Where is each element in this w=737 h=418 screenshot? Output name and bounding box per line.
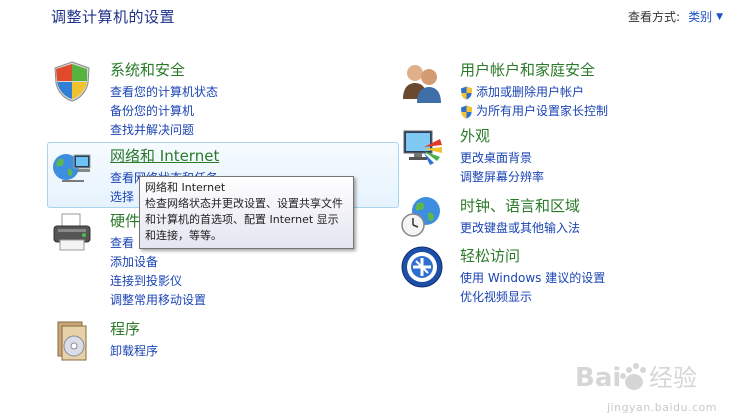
uac-shield-icon — [461, 86, 472, 99]
baidu-paw-logo-icon: Bai 经验 — [575, 363, 697, 393]
network-globe-icon[interactable] — [50, 145, 94, 189]
programs-disc-icon[interactable] — [50, 318, 94, 362]
svg-text:经验: 经验 — [649, 364, 697, 392]
users-icon[interactable] — [400, 59, 444, 103]
link-mobility-settings[interactable]: 调整常用移动设置 — [110, 291, 206, 310]
view-by-dropdown[interactable]: 类别 ▼ — [688, 8, 723, 25]
uac-shield-icon — [461, 105, 472, 118]
link-optimize-display[interactable]: 优化视频显示 — [460, 288, 605, 307]
page-title: 调整计算机的设置 — [51, 8, 176, 26]
tooltip-title: 网络和 Internet — [145, 181, 226, 194]
link-windows-recommended[interactable]: 使用 Windows 建议的设置 — [460, 269, 605, 288]
network-tooltip: 网络和 Internet 检查网络状态并更改设置、设置共享文件和计算机的首选项、… — [139, 176, 354, 249]
view-by: 查看方式: 类别 ▼ — [628, 8, 723, 25]
view-by-value: 类别 — [688, 10, 713, 24]
category-title-users[interactable]: 用户帐户和家庭安全 — [460, 59, 595, 80]
category-title-clock[interactable]: 时钟、语言和区域 — [460, 195, 580, 216]
link-change-input-method[interactable]: 更改键盘或其他输入法 — [460, 219, 580, 238]
view-by-label: 查看方式: — [628, 10, 681, 24]
ease-of-access-icon[interactable] — [400, 245, 444, 289]
link-troubleshoot[interactable]: 查找并解决问题 — [110, 121, 218, 140]
svg-text:Bai: Bai — [575, 363, 621, 393]
link-parental-controls[interactable]: 为所有用户设置家长控制 — [460, 102, 608, 121]
monitor-palette-icon[interactable] — [400, 125, 444, 169]
shield-windows-icon[interactable] — [50, 59, 94, 103]
watermark-url: jingyan.baidu.com — [606, 401, 717, 414]
link-parental-controls-label: 为所有用户设置家长控制 — [476, 104, 609, 118]
category-title-network[interactable]: 网络和 Internet — [110, 145, 219, 166]
printer-icon[interactable] — [50, 210, 94, 254]
category-title-programs[interactable]: 程序 — [110, 318, 140, 339]
globe-clock-icon[interactable] — [400, 195, 444, 239]
category-title-hardware[interactable]: 硬件 — [110, 210, 140, 231]
link-change-background[interactable]: 更改桌面背景 — [460, 149, 544, 168]
link-view-computer-status[interactable]: 查看您的计算机状态 — [110, 83, 218, 102]
category-title-ease[interactable]: 轻松访问 — [460, 245, 520, 266]
link-add-remove-accounts[interactable]: 添加或删除用户帐户 — [460, 83, 608, 102]
link-uninstall-program[interactable]: 卸载程序 — [110, 342, 158, 361]
chevron-down-icon: ▼ — [716, 11, 723, 22]
watermark: Bai 经验 jingyan.baidu.com — [559, 356, 731, 414]
category-title-appearance[interactable]: 外观 — [460, 125, 490, 146]
tooltip-body: 检查网络状态并更改设置、设置共享文件和计算机的首选项、配置 Internet 显… — [145, 197, 343, 242]
link-screen-resolution[interactable]: 调整屏幕分辨率 — [460, 168, 544, 187]
link-add-device[interactable]: 添加设备 — [110, 253, 206, 272]
link-connect-projector[interactable]: 连接到投影仪 — [110, 272, 206, 291]
link-add-remove-accounts-label: 添加或删除用户帐户 — [476, 85, 585, 99]
link-backup-computer[interactable]: 备份您的计算机 — [110, 102, 218, 121]
category-title-system[interactable]: 系统和安全 — [110, 59, 185, 80]
